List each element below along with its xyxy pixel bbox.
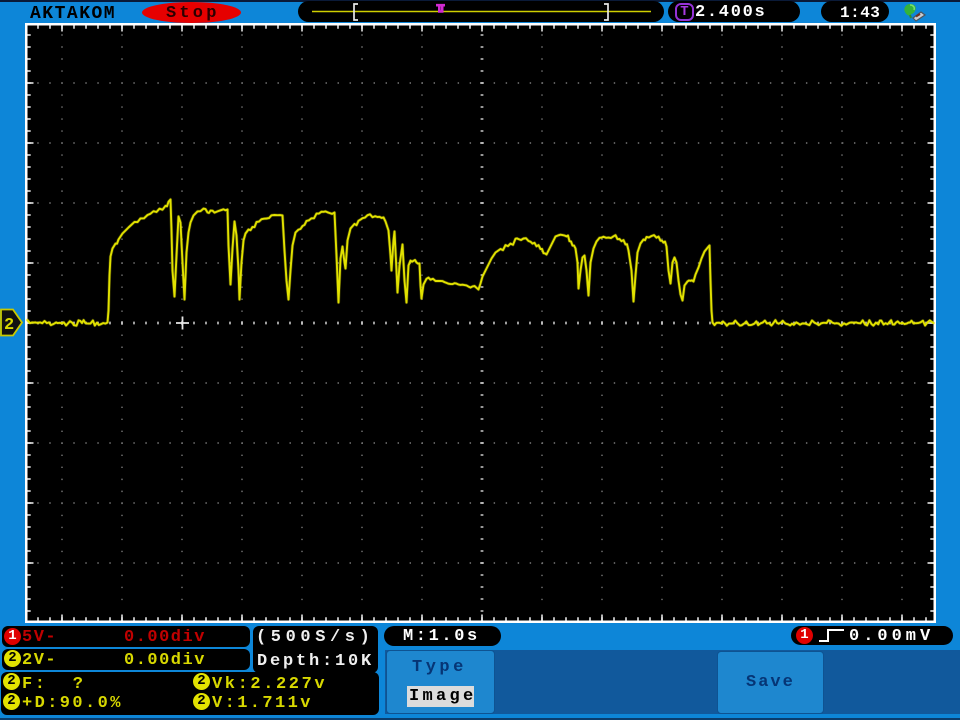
svg-text:2: 2 — [4, 316, 14, 335]
